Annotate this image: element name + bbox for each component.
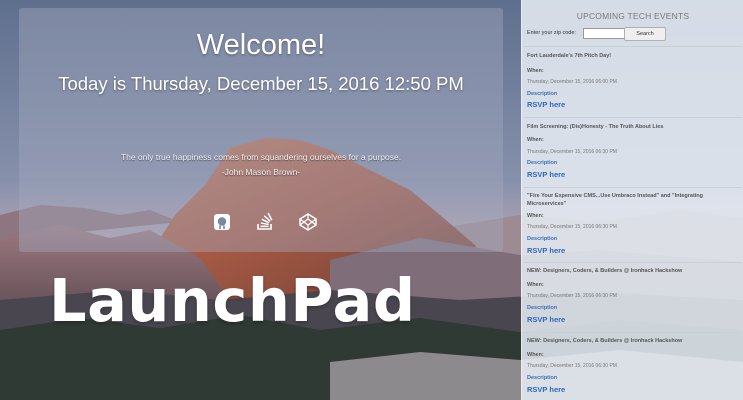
welcome-panel: Welcome! Today is Thursday, December 15,…: [19, 8, 503, 252]
event-when-label: When:: [527, 282, 544, 288]
event-date: Thursday, December 15, 2016 06:30 PM: [527, 149, 617, 155]
quote-text: The only true happiness comes from squan…: [120, 152, 402, 162]
event-rsvp-link[interactable]: RSVP here: [527, 246, 565, 255]
event-rsvp-link[interactable]: RSVP here: [527, 170, 565, 179]
event-when-label: When:: [527, 213, 544, 219]
stackoverflow-icon: [257, 212, 273, 230]
event-description-link[interactable]: Description: [527, 91, 557, 97]
zip-label: Enter your zip code:: [527, 30, 576, 36]
welcome-title: Welcome!: [196, 29, 326, 61]
codepen-icon: [299, 213, 317, 231]
events-sidebar: UPCOMING TECH EVENTS Enter your zip code…: [521, 0, 743, 400]
event-date: Thursday, December 15, 2016 06:30 PM: [527, 293, 617, 299]
event-title[interactable]: NEW: Designers, Coders, & Builders @ Iro…: [527, 338, 739, 346]
event-when-label: When:: [527, 68, 544, 74]
zip-code-input[interactable]: [583, 28, 625, 39]
search-button[interactable]: Search: [624, 27, 666, 41]
github-icon: [214, 214, 230, 230]
event-description-link[interactable]: Description: [527, 375, 557, 381]
divider: [524, 262, 742, 263]
event-description-link[interactable]: Description: [527, 160, 557, 166]
divider: [524, 187, 742, 188]
event-description-link[interactable]: Description: [527, 236, 557, 242]
events-heading: UPCOMING TECH EVENTS: [576, 11, 690, 21]
event-date: Thursday, December 15, 2016 06:30 PM: [527, 224, 617, 230]
stackoverflow-link[interactable]: [255, 212, 275, 232]
event-date: Thursday, December 15, 2016 06:30 PM: [527, 363, 617, 369]
quote-author: -John Mason Brown-: [221, 167, 301, 177]
event-rsvp-link[interactable]: RSVP here: [527, 385, 565, 394]
brand-logo-text: LaunchPad: [49, 266, 416, 335]
event-description-link[interactable]: Description: [527, 305, 557, 311]
divider: [524, 332, 742, 333]
event-rsvp-link[interactable]: RSVP here: [527, 315, 565, 324]
event-rsvp-link[interactable]: RSVP here: [527, 100, 565, 109]
event-when-label: When:: [527, 352, 544, 358]
codepen-link[interactable]: [298, 212, 318, 232]
event-title[interactable]: NEW: Designers, Coders, & Builders @ Iro…: [527, 268, 739, 276]
event-title[interactable]: "Fire Your Expensive CMS...Use Umbraco I…: [527, 193, 739, 208]
github-link[interactable]: [212, 212, 232, 232]
event-date: Thursday, December 15, 2016 06:00 PM: [527, 79, 617, 85]
event-title[interactable]: Film Screening: (Dis)Honesty - The Truth…: [527, 124, 739, 132]
divider: [524, 46, 742, 47]
divider: [524, 117, 742, 118]
event-title[interactable]: Fort Lauderdale's 7th Pitch Day!: [527, 53, 739, 61]
event-when-label: When:: [527, 137, 544, 143]
date-time-display: Today is Thursday, December 15, 2016 12:…: [58, 73, 464, 94]
